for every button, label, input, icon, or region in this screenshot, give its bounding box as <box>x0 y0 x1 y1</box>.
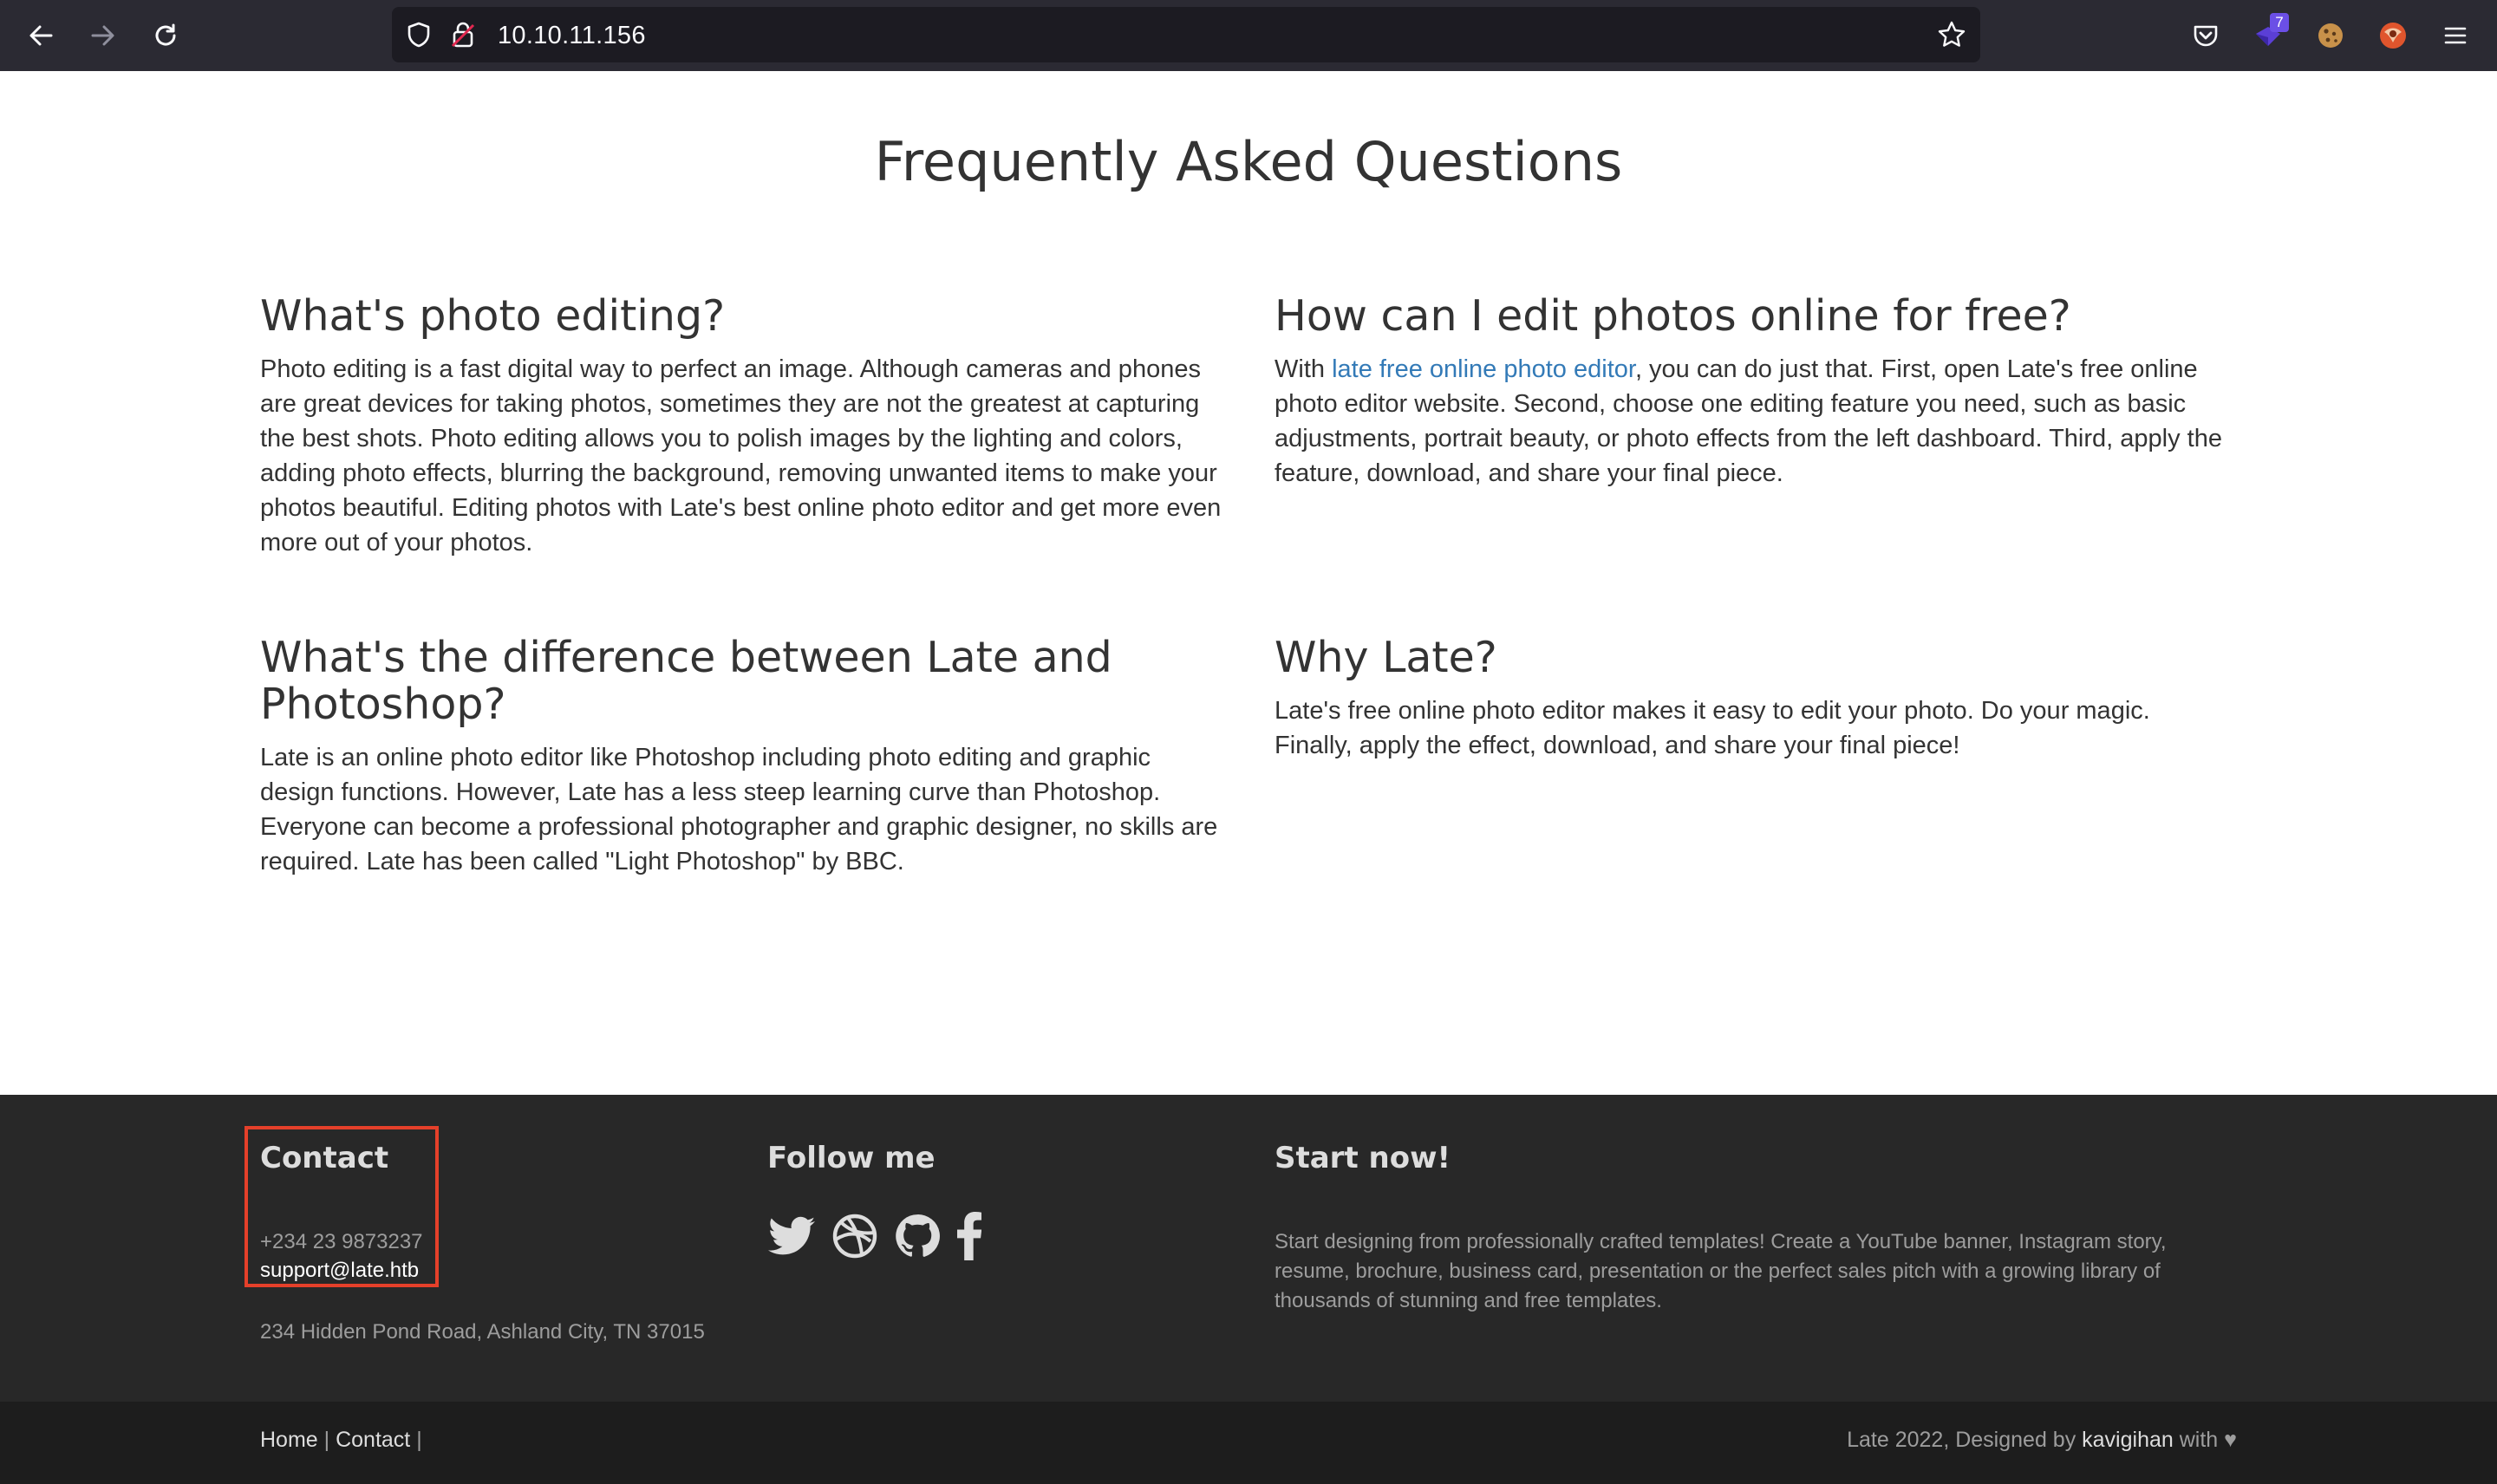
pocket-icon[interactable] <box>2187 16 2225 55</box>
faq-answer: Late's free online photo editor makes it… <box>1275 697 2150 759</box>
bookmark-star-icon[interactable] <box>1937 20 1966 49</box>
facebook-icon[interactable] <box>954 1209 985 1263</box>
github-icon[interactable] <box>893 1209 942 1263</box>
contact-heading: Contact <box>260 1141 389 1175</box>
follow-heading: Follow me <box>767 1141 936 1175</box>
faq-item: Why Late? Late's free online photo edito… <box>1275 635 2228 763</box>
contact-phone: +234 23 9873237 <box>260 1230 423 1253</box>
contact-address: 234 Hidden Pond Road, Ashland City, TN 3… <box>260 1320 705 1344</box>
insecure-lock-icon[interactable] <box>449 20 479 49</box>
nav-separator: | <box>317 1428 336 1452</box>
faq-item: What's photo editing? Photo editing is a… <box>260 293 1231 560</box>
url-text[interactable]: 10.10.11.156 <box>498 22 646 50</box>
browser-toolbar: 10.10.11.156 7 <box>0 0 2497 71</box>
cookie-extension-icon[interactable] <box>2311 16 2350 55</box>
contact-link[interactable]: Contact <box>336 1428 410 1452</box>
back-arrow-icon[interactable] <box>23 18 58 53</box>
extension-icon[interactable]: 7 <box>2249 13 2289 55</box>
footer: Contact +234 23 9873237 support@late.htb… <box>0 1095 2497 1402</box>
faq-answer: Late is an online photo editor like Phot… <box>260 744 1218 875</box>
start-text: Start designing from professionally craf… <box>1275 1230 2167 1312</box>
extension-badge: 7 <box>2270 13 2289 32</box>
faq-answer-prefix: With <box>1275 355 1333 383</box>
faq-question: What's photo editing? <box>260 291 726 341</box>
bottom-nav: Home | Contact | <box>260 1428 422 1453</box>
faq-item: What's the difference between Late and P… <box>260 635 1231 879</box>
tracking-shield-icon[interactable] <box>405 21 434 50</box>
hamburger-menu-icon[interactable] <box>2436 16 2474 55</box>
faq-question: How can I edit photos online for free? <box>1275 291 2071 341</box>
faq-answer: Photo editing is a fast digital way to p… <box>260 355 1222 556</box>
dribbble-icon[interactable] <box>831 1209 879 1263</box>
bottom-bar: Home | Contact | Late 2022, Designed by … <box>0 1402 2497 1484</box>
forward-arrow-icon[interactable] <box>86 18 121 53</box>
author-link[interactable]: kavigihan <box>2082 1428 2174 1452</box>
page-title: Frequently Asked Questions <box>874 130 1623 193</box>
credit-text: Late 2022, Designed by kavigihan with ♥ <box>1847 1428 2237 1453</box>
nav-separator: | <box>410 1428 422 1452</box>
photo-editor-link[interactable]: late free online photo editor <box>1332 355 1635 383</box>
faq-question: What's the difference between Late and P… <box>260 633 1112 729</box>
home-link[interactable]: Home <box>260 1428 318 1452</box>
start-heading: Start now! <box>1275 1141 1451 1175</box>
reload-icon[interactable] <box>148 18 183 53</box>
profile-extension-icon[interactable] <box>2374 16 2412 55</box>
credit-prefix: Late 2022, Designed by <box>1847 1428 2083 1452</box>
url-bar[interactable]: 10.10.11.156 <box>392 7 1980 62</box>
faq-answer: With late free online photo editor, you … <box>1275 352 2228 491</box>
contact-email[interactable]: support@late.htb <box>260 1256 419 1285</box>
faq-question: Why Late? <box>1275 633 1497 682</box>
faq-item: How can I edit photos online for free? W… <box>1275 293 2228 491</box>
credit-suffix: with ♥ <box>2173 1428 2237 1452</box>
twitter-icon[interactable] <box>767 1209 816 1263</box>
